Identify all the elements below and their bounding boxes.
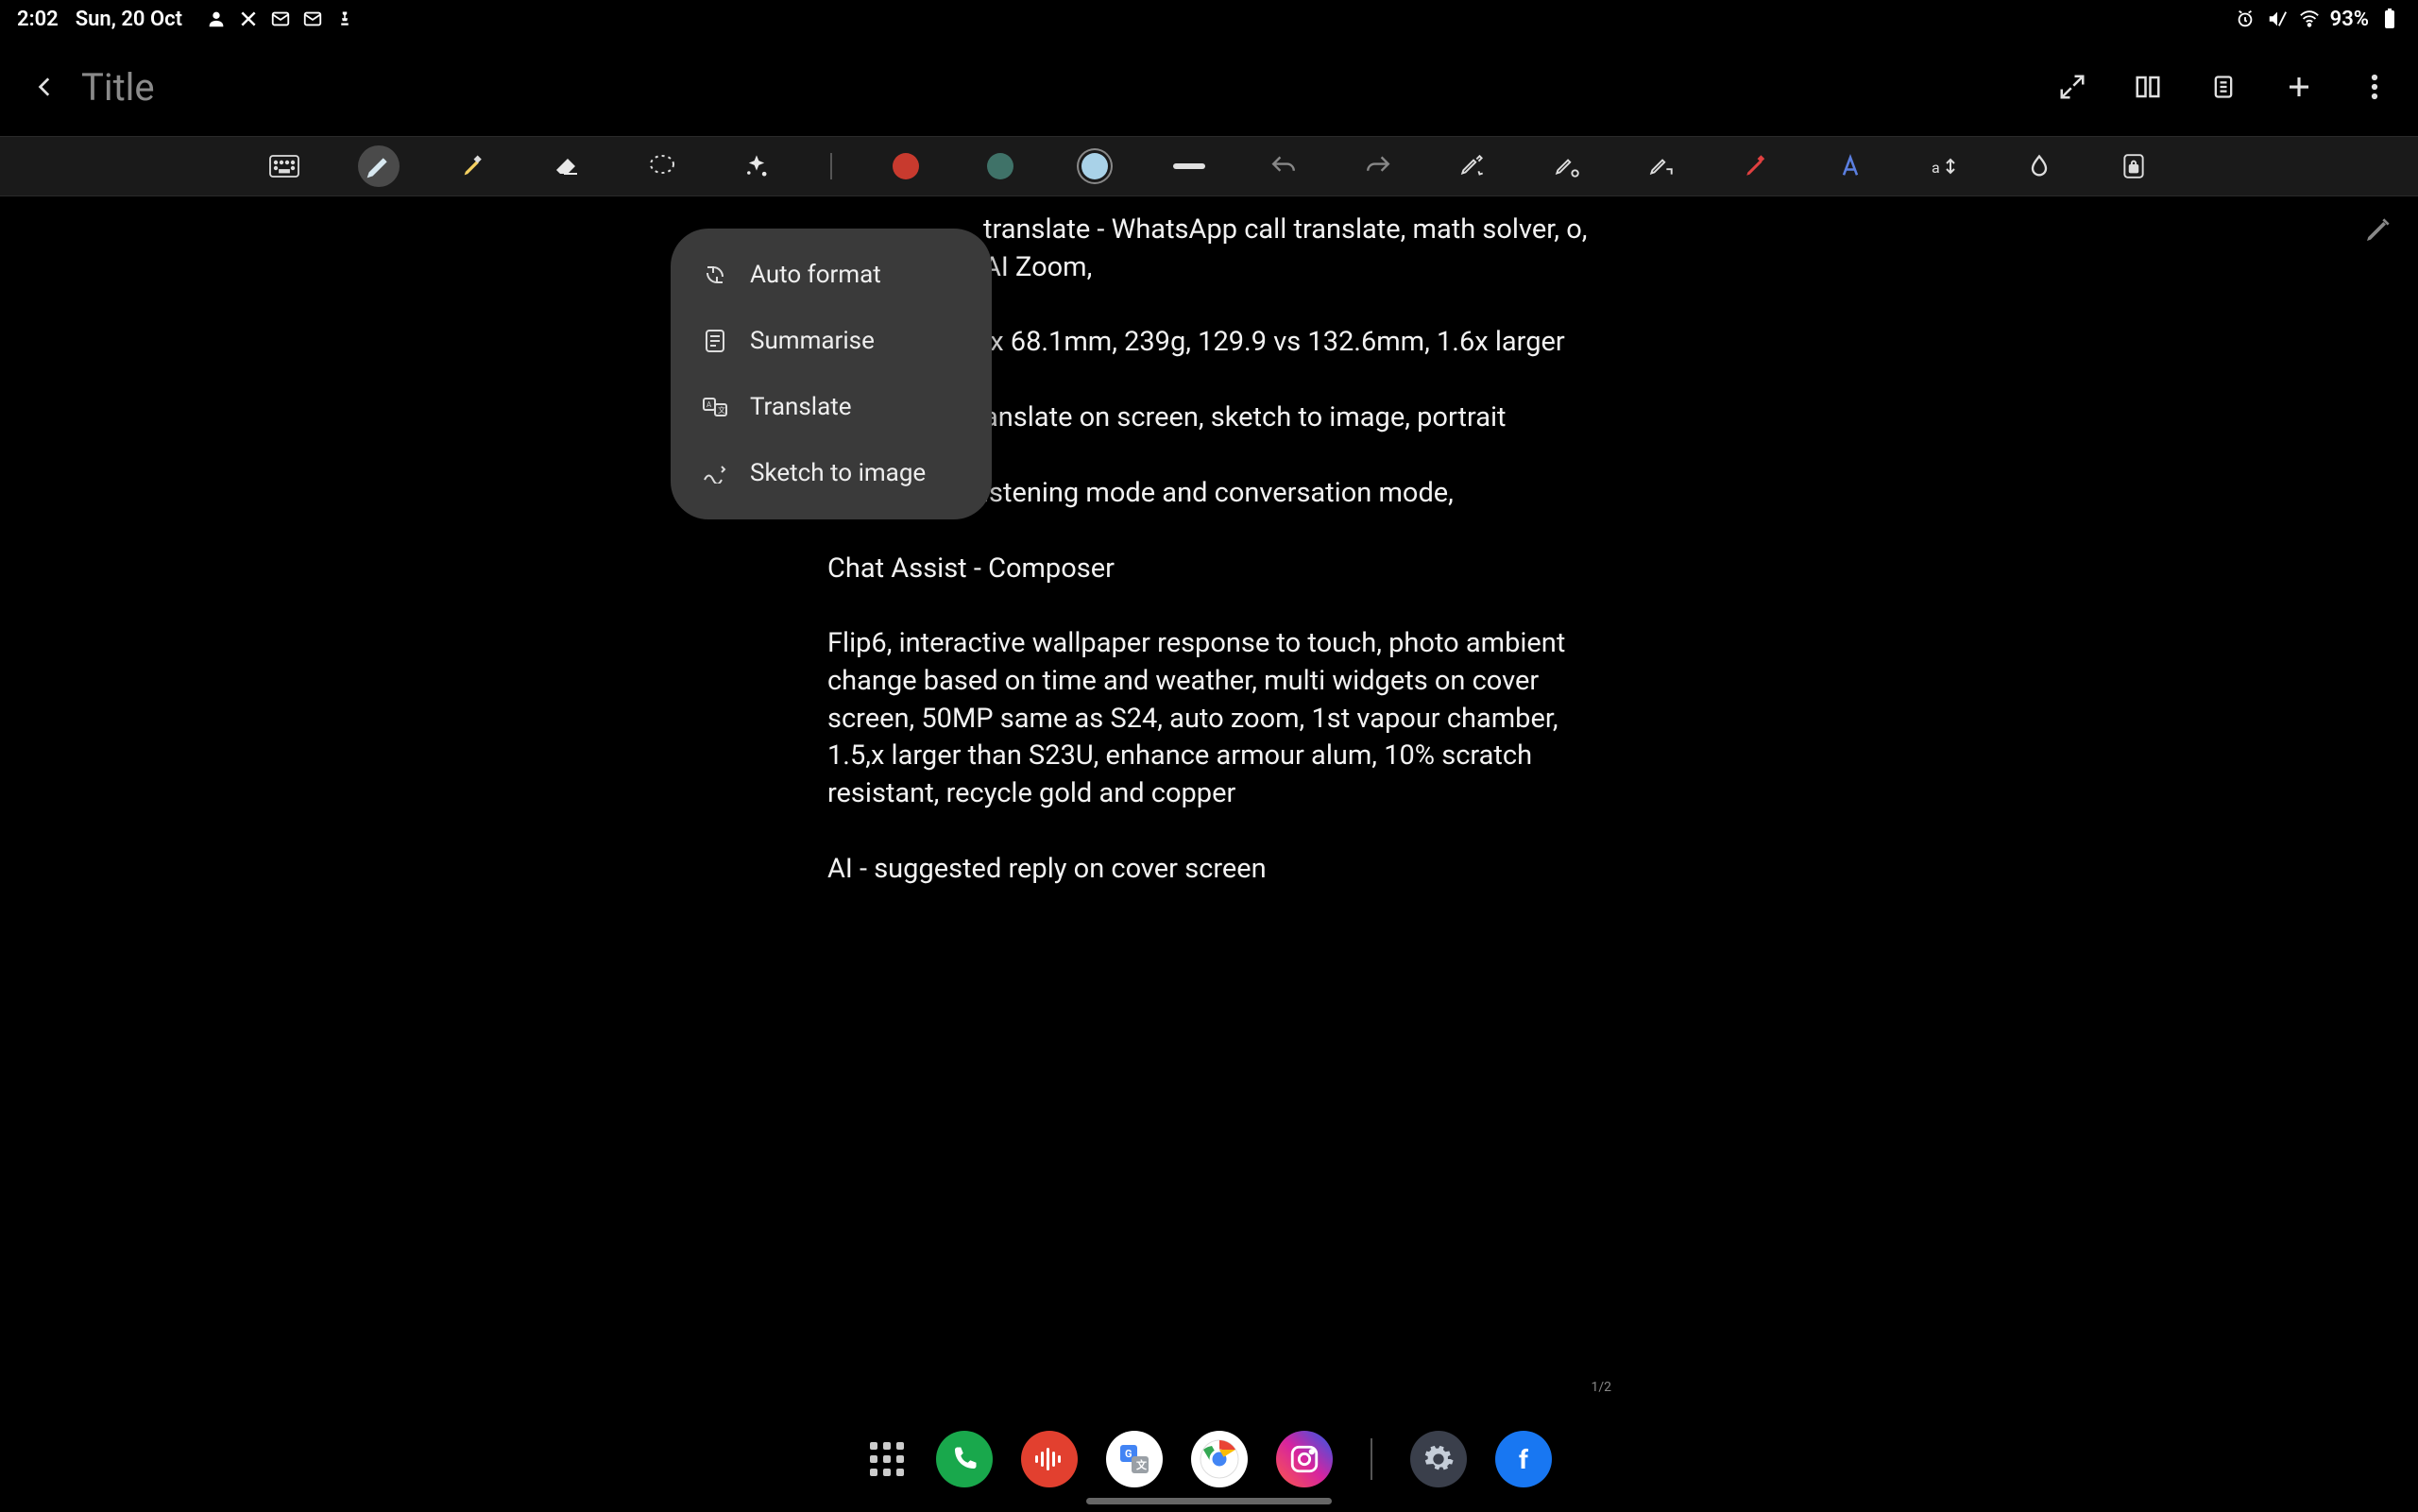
summarise-icon xyxy=(703,329,727,353)
x-icon xyxy=(237,8,260,30)
text-style-tool[interactable] xyxy=(1830,145,1871,187)
drawing-toolbar: a xyxy=(0,136,2418,196)
text-size-tool[interactable]: a xyxy=(1924,145,1966,187)
svg-text:a: a xyxy=(1932,159,1940,177)
align-tool[interactable] xyxy=(1546,145,1588,187)
redo-button[interactable] xyxy=(1357,145,1399,187)
svg-text:G: G xyxy=(1125,1448,1132,1460)
dock-chrome[interactable] xyxy=(1191,1431,1248,1487)
mute-icon xyxy=(2266,8,2289,30)
svg-text:文: 文 xyxy=(1136,1458,1148,1471)
ai-assist-tool[interactable] xyxy=(736,145,777,187)
status-date: Sun, 20 Oct xyxy=(76,8,182,31)
svg-text:A: A xyxy=(707,400,712,409)
color-blue[interactable] xyxy=(1074,145,1115,187)
stroke-weight[interactable] xyxy=(1168,145,1210,187)
mail-icon xyxy=(269,8,292,30)
popup-item-label: Sketch to image xyxy=(750,459,926,487)
lasso-select-tool[interactable] xyxy=(641,145,683,187)
alarm-icon xyxy=(2234,8,2256,30)
translate-icon: A文 xyxy=(703,395,727,419)
convert-shape-tool[interactable] xyxy=(1641,145,1682,187)
color-teal[interactable] xyxy=(979,145,1021,187)
note-line[interactable]: AI - suggested reply on cover screen xyxy=(827,851,1591,889)
page-settings-button[interactable] xyxy=(2206,70,2240,104)
favorite-pen-tool[interactable] xyxy=(1735,145,1777,187)
svg-text:文: 文 xyxy=(718,405,725,415)
highlighter-tool[interactable] xyxy=(452,145,494,187)
color-picker-tool[interactable] xyxy=(2018,145,2060,187)
app-bar: Title xyxy=(0,38,2418,136)
popup-item-label: Summarise xyxy=(750,327,875,355)
pen-tool[interactable] xyxy=(358,145,400,187)
popup-summarise[interactable]: Summarise xyxy=(671,308,992,374)
ai-assist-popup: Auto format Summarise A文 Translate Sketc… xyxy=(671,229,992,519)
toolbar-separator xyxy=(830,153,832,179)
canvas-area[interactable]: translate - WhatsApp call translate, mat… xyxy=(0,196,2418,1406)
add-button[interactable] xyxy=(2282,70,2316,104)
page-indicator: 1/2 xyxy=(1591,1379,1611,1397)
dock-phone[interactable] xyxy=(936,1431,993,1487)
more-options-button[interactable] xyxy=(2358,70,2392,104)
popup-item-label: Auto format xyxy=(750,261,881,289)
note-title[interactable]: Title xyxy=(81,65,155,110)
lock-canvas-tool[interactable] xyxy=(2113,145,2154,187)
fullscreen-button[interactable] xyxy=(2055,70,2089,104)
taskbar: G文 f xyxy=(0,1406,2418,1512)
status-time: 2:02 xyxy=(17,8,59,31)
wifi-icon xyxy=(2298,8,2321,30)
dock-recorder[interactable] xyxy=(1021,1431,1078,1487)
note-line[interactable]: Flip6, interactive wallpaper response to… xyxy=(827,625,1591,813)
navigation-pill[interactable] xyxy=(1086,1498,1332,1504)
color-red[interactable] xyxy=(885,145,927,187)
chess-icon xyxy=(333,8,356,30)
undo-button[interactable] xyxy=(1263,145,1304,187)
eraser-tool[interactable] xyxy=(547,145,588,187)
reading-mode-button[interactable] xyxy=(2131,70,2165,104)
back-button[interactable] xyxy=(26,68,64,106)
dock-translate[interactable]: G文 xyxy=(1106,1431,1163,1487)
popup-item-label: Translate xyxy=(750,393,852,421)
account-icon xyxy=(205,8,228,30)
note-line[interactable]: Chat Assist - Composer xyxy=(827,551,1591,588)
mail-icon-2 xyxy=(301,8,324,30)
dock-instagram[interactable] xyxy=(1276,1431,1333,1487)
popup-sketch-to-image[interactable]: Sketch to image xyxy=(671,440,992,506)
battery-icon xyxy=(2378,8,2401,30)
dock-facebook[interactable]: f xyxy=(1495,1431,1552,1487)
status-bar: 2:02 Sun, 20 Oct 93% xyxy=(0,0,2418,38)
popup-translate[interactable]: A文 Translate xyxy=(671,374,992,440)
quick-pen-button[interactable] xyxy=(2359,211,2397,248)
handwriting-to-text-tool[interactable] xyxy=(1452,145,1493,187)
taskbar-separator xyxy=(1371,1438,1372,1480)
sketch-icon xyxy=(703,461,727,485)
battery-percentage: 93% xyxy=(2330,8,2369,31)
dock-settings[interactable] xyxy=(1410,1431,1467,1487)
popup-auto-format[interactable]: Auto format xyxy=(671,242,992,308)
app-drawer-button[interactable] xyxy=(866,1438,908,1480)
keyboard-tool[interactable] xyxy=(264,145,305,187)
auto-format-icon xyxy=(703,263,727,287)
